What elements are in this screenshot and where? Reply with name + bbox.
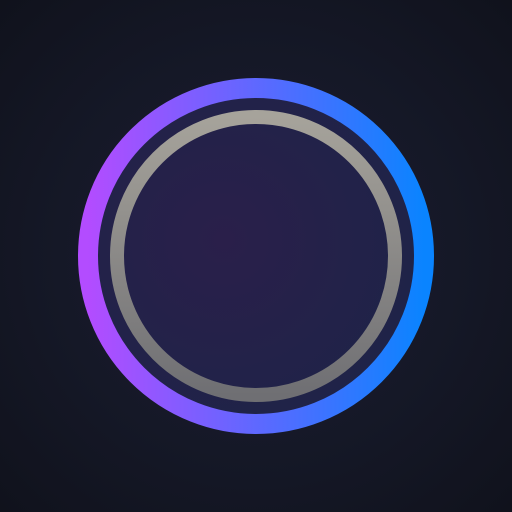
app-icon-canvas: [0, 0, 512, 512]
ring-logo-icon: [78, 78, 434, 434]
